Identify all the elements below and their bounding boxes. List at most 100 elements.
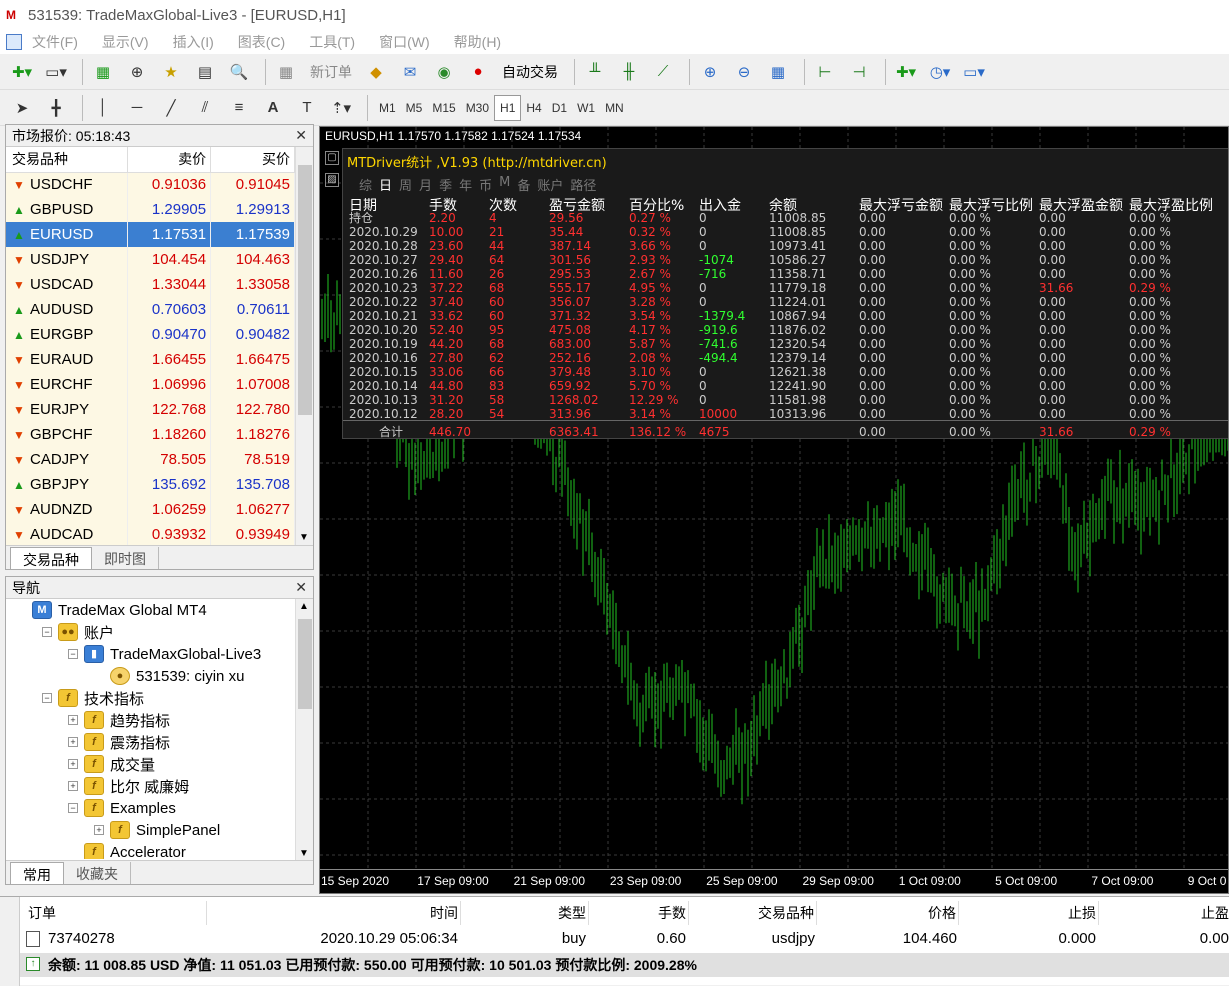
one-click-trading-icon[interactable]: ▢ <box>325 151 339 165</box>
chart-window[interactable]: EURUSD,H1 1.17570 1.17582 1.17524 1.1753… <box>319 126 1229 894</box>
stats-tab[interactable]: 月 <box>419 175 432 194</box>
stats-tab[interactable]: 日 <box>379 175 392 194</box>
nav-item[interactable]: + f 比尔 威廉姆 <box>10 775 294 797</box>
strategy-tester-icon[interactable]: 🔍 <box>225 58 253 86</box>
nav-item[interactable]: − ▮ TradeMaxGlobal-Live3 <box>10 643 294 665</box>
nav-item[interactable]: M TradeMax Global MT4 <box>10 599 294 621</box>
timeframe-m5[interactable]: M5 <box>401 95 428 121</box>
stats-tab[interactable]: 币 <box>479 175 492 194</box>
market-watch-row[interactable]: ▲ GBPUSD 1.29905 1.29913 <box>6 197 295 222</box>
market-watch-scrollbar[interactable]: ▼ <box>295 147 313 545</box>
bar-chart-icon[interactable]: ╨ <box>581 58 609 86</box>
market-watch-icon[interactable]: ▦ <box>89 58 117 86</box>
mailbox-icon[interactable]: ✉ <box>396 58 424 86</box>
nav-item[interactable]: + f 成交量 <box>10 753 294 775</box>
cursor-icon[interactable]: ➤ <box>8 94 36 122</box>
scroll-up-icon[interactable]: ▲ <box>299 601 309 612</box>
menu-help[interactable]: 帮助(H) <box>454 32 501 52</box>
stats-tab[interactable]: 综 <box>359 175 372 194</box>
tile-windows-icon[interactable]: ▦ <box>764 58 792 86</box>
timeframe-h4[interactable]: H4 <box>521 95 546 121</box>
profiles-icon[interactable]: ▭▾ <box>42 58 70 86</box>
market-watch-row[interactable]: ▼ EURAUD 1.66455 1.66475 <box>6 347 295 372</box>
market-watch-row[interactable]: ▲ EURGBP 0.90470 0.90482 <box>6 322 295 347</box>
horizontal-line-icon[interactable]: ─ <box>123 94 151 122</box>
timeframe-h1[interactable]: H1 <box>494 94 522 121</box>
templates-icon[interactable]: ▭▾ <box>960 58 988 86</box>
nav-item[interactable]: + f 震荡指标 <box>10 731 294 753</box>
market-watch-row[interactable]: ▼ EURJPY 122.768 122.780 <box>6 397 295 422</box>
terminal-icon[interactable]: ▤ <box>191 58 219 86</box>
nav-item[interactable]: + f 趋势指标 <box>10 709 294 731</box>
terminal-column-header[interactable]: 时间 <box>206 901 458 925</box>
terminal-column-header[interactable]: 止盈 <box>1100 901 1229 925</box>
candlestick-chart-icon[interactable]: ╫ <box>615 58 643 86</box>
column-symbol[interactable]: 交易品种 <box>6 147 129 173</box>
signals-icon[interactable]: ◉ <box>430 58 458 86</box>
menu-insert[interactable]: 插入(I) <box>173 32 214 52</box>
market-watch-row[interactable]: ▼ AUDCAD 0.93932 0.93949 <box>6 522 295 547</box>
timeframe-d1[interactable]: D1 <box>547 95 572 121</box>
collapse-icon[interactable]: − <box>42 627 52 637</box>
stats-tab[interactable]: 季 <box>439 175 452 194</box>
stats-tab[interactable]: 备 <box>517 175 530 194</box>
terminal-column-header[interactable]: 手数 <box>590 901 686 925</box>
stats-tab[interactable]: M <box>499 175 510 194</box>
fibonacci-icon[interactable]: ≡ <box>225 94 253 122</box>
crosshair-icon[interactable]: ╋ <box>42 94 70 122</box>
menu-charts[interactable]: 图表(C) <box>238 32 285 52</box>
nav-item[interactable]: + f SimplePanel <box>10 819 294 841</box>
collapse-icon[interactable]: − <box>68 803 78 813</box>
expand-icon[interactable]: + <box>68 781 78 791</box>
collapse-icon[interactable]: − <box>42 693 52 703</box>
chart-window-icon[interactable] <box>6 34 22 50</box>
expand-icon[interactable]: ▨ <box>325 173 339 187</box>
terminal-column-header[interactable]: 订单 <box>24 901 204 925</box>
nav-item[interactable]: − f Examples <box>10 797 294 819</box>
market-watch-row[interactable]: ▼ USDCHF 0.91036 0.91045 <box>6 172 295 197</box>
text-tool-icon[interactable]: A <box>259 94 287 122</box>
collapse-icon[interactable]: − <box>68 649 78 659</box>
arrows-icon[interactable]: ⇡▾ <box>327 94 355 122</box>
periods-icon[interactable]: ◷▾ <box>926 58 954 86</box>
menu-view[interactable]: 显示(V) <box>102 32 149 52</box>
terminal-column-header[interactable]: 价格 <box>820 901 956 925</box>
scroll-down-icon[interactable]: ▼ <box>299 532 309 543</box>
market-watch-row[interactable]: ▼ EURCHF 1.06996 1.07008 <box>6 372 295 397</box>
expand-icon[interactable]: + <box>94 825 104 835</box>
navigator-scrollbar[interactable]: ▲ ▼ <box>295 599 313 861</box>
market-watch-row[interactable]: ▲ AUDUSD 0.70603 0.70611 <box>6 297 295 322</box>
expand-icon[interactable]: + <box>68 715 78 725</box>
market-watch-row[interactable]: ▼ CADJPY 78.505 78.519 <box>6 447 295 472</box>
close-icon[interactable]: ✕ <box>295 579 307 596</box>
zoom-out-icon[interactable]: ⊖ <box>730 58 758 86</box>
column-bid[interactable]: 卖价 <box>127 147 212 173</box>
timeframe-mn[interactable]: MN <box>600 95 629 121</box>
market-watch-row[interactable]: ▼ AUDNZD 1.06259 1.06277 <box>6 497 295 522</box>
timeframe-w1[interactable]: W1 <box>572 95 600 121</box>
new-order-icon[interactable]: ▦ <box>272 58 300 86</box>
new-order-button[interactable]: 新订单 <box>306 58 356 86</box>
terminal-column-header[interactable]: 止损 <box>960 901 1096 925</box>
auto-scroll-icon[interactable]: ⊢ <box>811 58 839 86</box>
menu-window[interactable]: 窗口(W) <box>379 32 430 52</box>
timeframe-m1[interactable]: M1 <box>374 95 401 121</box>
nav-item[interactable]: − ●● 账户 <box>10 621 294 643</box>
metaeditor-icon[interactable]: ◆ <box>362 58 390 86</box>
terminal-column-header[interactable]: 交易品种 <box>690 901 814 925</box>
stats-tab[interactable]: 年 <box>459 175 472 194</box>
market-watch-row[interactable]: ▼ USDJPY 104.454 104.463 <box>6 247 295 272</box>
nav-item[interactable]: − f 技术指标 <box>10 687 294 709</box>
line-chart-icon[interactable]: ⟋ <box>649 58 677 86</box>
terminal-column-header[interactable]: 类型 <box>464 901 586 925</box>
indicators-icon[interactable]: ✚▾ <box>892 58 920 86</box>
stats-tab[interactable]: 账户 <box>537 175 563 194</box>
data-window-icon[interactable]: ⊕ <box>123 58 151 86</box>
menu-tools[interactable]: 工具(T) <box>309 32 355 52</box>
market-watch-row[interactable]: ▼ USDCAD 1.33044 1.33058 <box>6 272 295 297</box>
close-icon[interactable]: ✕ <box>295 127 307 144</box>
tab-common[interactable]: 常用 <box>10 862 64 884</box>
expand-icon[interactable]: + <box>68 737 78 747</box>
zoom-in-icon[interactable]: ⊕ <box>696 58 724 86</box>
expand-icon[interactable]: + <box>68 759 78 769</box>
